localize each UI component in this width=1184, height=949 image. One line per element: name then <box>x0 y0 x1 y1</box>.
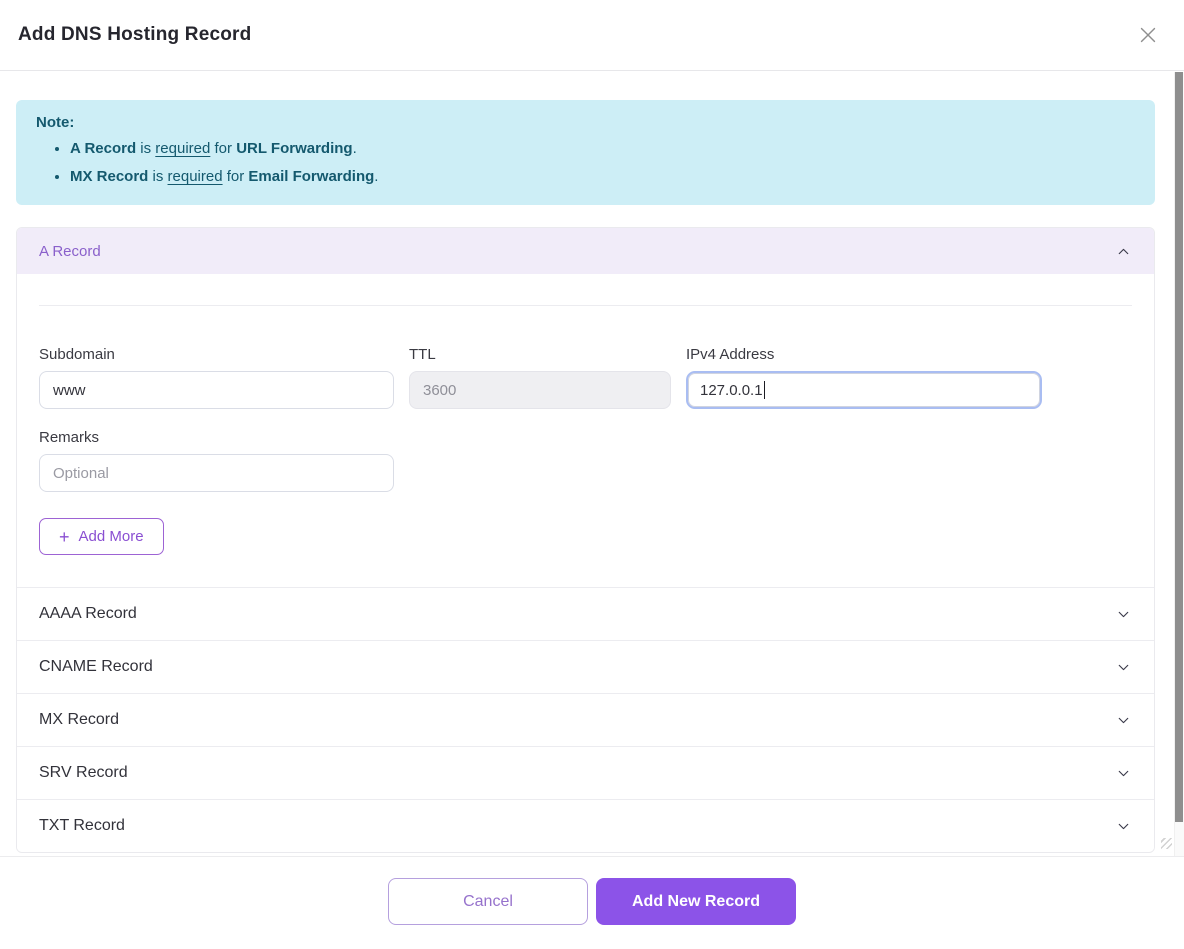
dns-record-accordion: A Record Subdomain TTL <box>16 227 1155 853</box>
vertical-scrollbar[interactable] <box>1174 72 1184 856</box>
note-underlined-required: required <box>155 140 210 157</box>
add-more-button[interactable]: + Add More <box>39 518 164 555</box>
modal-title: Add DNS Hosting Record <box>18 24 251 46</box>
remarks-label: Remarks <box>39 429 394 446</box>
accordion-header-cname-record[interactable]: CNAME Record <box>17 640 1154 693</box>
remarks-input[interactable] <box>39 454 394 492</box>
a-record-panel: Subdomain TTL IPv4 Address 127.0.0.1 <box>17 305 1154 587</box>
add-dns-record-modal: Add DNS Hosting Record Note: A Record is… <box>0 0 1184 949</box>
note-box: Note: A Record is required for URL Forwa… <box>16 100 1155 205</box>
close-button[interactable] <box>1134 21 1162 49</box>
panel-divider <box>39 305 1132 306</box>
subdomain-label: Subdomain <box>39 346 394 363</box>
chevron-down-icon <box>1115 818 1132 835</box>
chevron-down-icon <box>1115 712 1132 729</box>
accordion-header-aaaa-record[interactable]: AAAA Record <box>17 587 1154 640</box>
add-new-record-button[interactable]: Add New Record <box>596 878 796 925</box>
ttl-input <box>409 371 671 409</box>
subdomain-input[interactable] <box>39 371 394 409</box>
accordion-label: TXT Record <box>39 817 125 835</box>
note-text: for <box>210 140 236 157</box>
accordion-header-a-record[interactable]: A Record <box>17 228 1154 274</box>
plus-icon: + <box>59 528 70 546</box>
a-record-form-row: Subdomain TTL IPv4 Address 127.0.0.1 <box>39 346 1132 409</box>
note-text: is <box>148 168 167 185</box>
ttl-field-group: TTL <box>409 346 671 409</box>
ttl-label: TTL <box>409 346 671 363</box>
accordion-header-mx-record[interactable]: MX Record <box>17 693 1154 746</box>
chevron-down-icon <box>1115 606 1132 623</box>
note-bold-record: MX Record <box>70 168 148 185</box>
text-cursor <box>764 381 765 399</box>
ipv4-field-group: IPv4 Address 127.0.0.1 <box>686 346 1042 409</box>
accordion-label: AAAA Record <box>39 605 137 623</box>
accordion-header-txt-record[interactable]: TXT Record <box>17 799 1154 852</box>
ipv4-address-label: IPv4 Address <box>686 346 1042 363</box>
ipv4-address-value: 127.0.0.1 <box>700 382 763 399</box>
note-bold-record: A Record <box>70 140 136 157</box>
note-bold-target: Email Forwarding <box>248 168 374 185</box>
note-heading: Note: <box>36 114 1135 131</box>
close-icon <box>1137 24 1159 46</box>
note-underlined-required: required <box>168 168 223 185</box>
note-item-a-record: A Record is required for URL Forwarding. <box>70 137 1135 161</box>
ipv4-address-input[interactable]: 127.0.0.1 <box>686 371 1042 409</box>
note-item-mx-record: MX Record is required for Email Forwardi… <box>70 165 1135 189</box>
add-more-label: Add More <box>79 528 144 545</box>
note-text: . <box>374 168 378 185</box>
note-list: A Record is required for URL Forwarding.… <box>36 137 1135 189</box>
subdomain-field-group: Subdomain <box>39 346 394 409</box>
modal-body: Note: A Record is required for URL Forwa… <box>0 72 1184 856</box>
accordion-label: A Record <box>39 243 101 260</box>
note-text: is <box>136 140 155 157</box>
note-text: for <box>223 168 249 185</box>
note-text: . <box>353 140 357 157</box>
accordion-label: SRV Record <box>39 764 128 782</box>
chevron-down-icon <box>1115 659 1132 676</box>
accordion-label: CNAME Record <box>39 658 153 676</box>
modal-header: Add DNS Hosting Record <box>0 0 1184 71</box>
modal-footer: Cancel Add New Record <box>0 856 1184 949</box>
note-bold-target: URL Forwarding <box>236 140 352 157</box>
accordion-header-srv-record[interactable]: SRV Record <box>17 746 1154 799</box>
chevron-down-icon <box>1115 765 1132 782</box>
accordion-label: MX Record <box>39 711 119 729</box>
cancel-button[interactable]: Cancel <box>388 878 588 925</box>
remarks-field-group: Remarks <box>39 429 394 492</box>
resize-grip-icon <box>1161 838 1172 849</box>
scrollbar-thumb[interactable] <box>1175 72 1183 822</box>
chevron-up-icon <box>1115 243 1132 260</box>
